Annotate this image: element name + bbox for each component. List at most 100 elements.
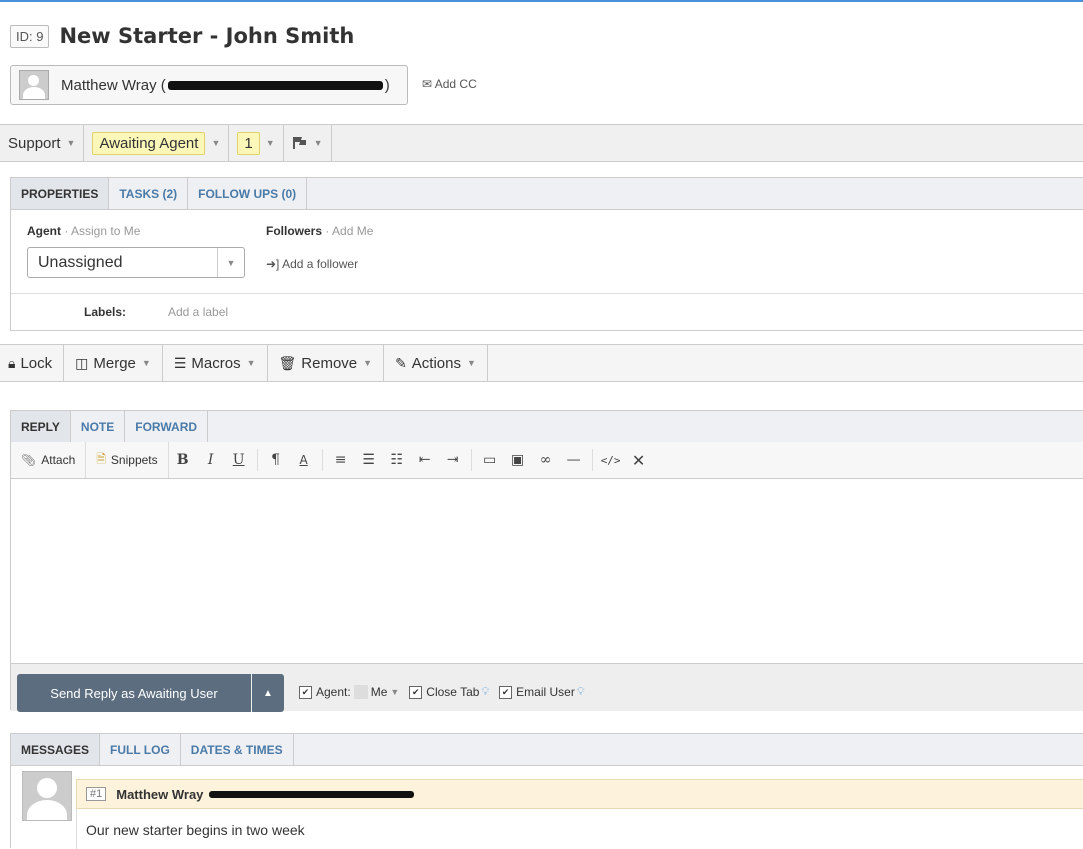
agent-me-dropdown[interactable]: Me bbox=[371, 685, 388, 699]
attach-button[interactable]: 📎︎ Attach bbox=[11, 442, 87, 478]
message-number[interactable]: #1 bbox=[86, 787, 107, 801]
close-tab-label: Close Tab bbox=[426, 685, 480, 699]
underline-icon[interactable]: U bbox=[225, 442, 253, 478]
send-bar: Send Reply as Awaiting User ▲ ✔ Agent: M… bbox=[11, 663, 1083, 712]
assign-to-me-link[interactable]: · Assign to Me bbox=[64, 224, 140, 238]
sign-in-icon: ➜] bbox=[266, 257, 280, 271]
email-user-checkbox[interactable]: ✔ bbox=[499, 685, 513, 699]
document-icon: 🗎 bbox=[96, 451, 106, 466]
tab-forward[interactable]: FORWARD bbox=[125, 411, 209, 442]
lock-icon: 🔒︎ bbox=[8, 354, 16, 371]
lightbulb-icon[interactable]: 💡︎ bbox=[481, 686, 489, 699]
italic-icon[interactable]: I bbox=[197, 442, 225, 478]
tab-follow-ups[interactable]: FOLLOW UPS (0) bbox=[188, 178, 308, 209]
image-icon[interactable]: ▣ bbox=[504, 442, 532, 478]
followers-label-row: Followers · Add Me bbox=[266, 224, 373, 238]
requester-box[interactable]: Matthew Wray () bbox=[10, 65, 408, 105]
table-icon[interactable]: ▭ bbox=[476, 442, 504, 478]
message-body: Our new starter begins in two week bbox=[76, 809, 1083, 849]
link-icon[interactable]: ∞ bbox=[532, 442, 560, 478]
agent-select[interactable]: Unassigned ▼ bbox=[27, 247, 245, 278]
tab-tasks[interactable]: TASKS (2) bbox=[109, 178, 189, 209]
divider bbox=[11, 293, 1083, 294]
message-author-avatar bbox=[22, 771, 72, 821]
message-header: #1 Matthew Wray bbox=[76, 779, 1083, 809]
redacted-email bbox=[209, 790, 415, 798]
messages-panel: MESSAGES FULL LOG DATES & TIMES #1 Matth… bbox=[10, 733, 1083, 849]
ticket-header: ID: 9 New Starter - John Smith bbox=[10, 21, 354, 51]
redacted-email bbox=[167, 81, 383, 91]
tab-note[interactable]: NOTE bbox=[71, 411, 126, 442]
urgency-dropdown[interactable]: 1 ▼ bbox=[229, 125, 284, 161]
actions-toolbar: 🔒︎ Lock ◫ Merge ▼ ☰ Macros ▼ 🗑︎ Remove ▼ ✎ Actio… bbox=[0, 344, 1083, 382]
macros-button[interactable]: ☰ Macros ▼ bbox=[163, 345, 268, 381]
align-icon[interactable]: ≡ bbox=[327, 442, 355, 478]
remove-button[interactable]: 🗑︎ Remove ▼ bbox=[268, 345, 385, 381]
urgency-badge: 1 bbox=[237, 131, 260, 155]
top-accent-line bbox=[0, 0, 1083, 2]
envelope-icon: ✉ bbox=[422, 77, 433, 91]
chevron-down-icon: ▼ bbox=[141, 358, 151, 368]
send-options: ✔ Agent: Me ▼ ✔ Close Tab 💡︎ ✔ Email Use… bbox=[299, 685, 585, 699]
divider bbox=[321, 449, 323, 471]
reply-editor[interactable] bbox=[11, 479, 1083, 663]
agent-label: Agent bbox=[27, 224, 61, 238]
tab-reply[interactable]: REPLY bbox=[11, 411, 71, 442]
add-me-link[interactable]: · Add Me bbox=[325, 224, 373, 238]
send-reply-button[interactable]: Send Reply as Awaiting User bbox=[17, 674, 251, 712]
tab-properties[interactable]: PROPERTIES bbox=[11, 178, 110, 209]
email-user-label: Email User bbox=[516, 685, 575, 699]
paragraph-icon[interactable]: ¶ bbox=[262, 442, 290, 478]
indent-icon[interactable]: ⇥ bbox=[439, 442, 467, 478]
department-dropdown[interactable]: Support ▼ bbox=[0, 125, 85, 161]
merge-button[interactable]: ◫ Merge ▼ bbox=[64, 345, 163, 381]
tab-full-log[interactable]: FULL LOG bbox=[100, 734, 181, 765]
status-badge: Awaiting Agent bbox=[92, 131, 206, 155]
ticket-title[interactable]: New Starter - John Smith bbox=[59, 24, 354, 48]
requester-avatar bbox=[19, 70, 49, 100]
chevron-down-icon: ▼ bbox=[363, 358, 373, 368]
message-author[interactable]: Matthew Wray bbox=[116, 787, 203, 802]
reply-tabs: REPLY NOTE FORWARD bbox=[11, 411, 1083, 443]
tab-messages[interactable]: MESSAGES bbox=[11, 734, 101, 765]
flag-dropdown[interactable]: ▼ bbox=[284, 125, 332, 161]
message-text: Our new starter begins in two week bbox=[86, 822, 305, 838]
lock-button[interactable]: 🔒︎ Lock bbox=[0, 345, 65, 381]
requester-name[interactable]: Matthew Wray () bbox=[61, 77, 390, 94]
outdent-icon[interactable]: ⇤ bbox=[411, 442, 439, 478]
bold-icon[interactable]: B bbox=[169, 442, 197, 478]
tab-dates-times[interactable]: DATES & TIMES bbox=[181, 734, 294, 765]
agent-checkbox[interactable]: ✔ bbox=[299, 685, 312, 699]
divider bbox=[256, 449, 258, 471]
divider bbox=[470, 449, 472, 471]
status-dropdown[interactable]: Awaiting Agent ▼ bbox=[84, 125, 230, 161]
font-color-icon[interactable]: A bbox=[290, 442, 318, 478]
add-label-input[interactable]: Add a label bbox=[168, 305, 228, 319]
paperclip-icon: 📎︎ bbox=[21, 453, 37, 467]
reply-panel: REPLY NOTE FORWARD 📎︎ Attach 🗎 Snippets B … bbox=[10, 410, 1083, 712]
flag-icon bbox=[292, 137, 306, 149]
close-icon[interactable]: ✕ bbox=[625, 442, 653, 478]
snippets-button[interactable]: 🗎 Snippets bbox=[86, 442, 169, 478]
horizontal-rule-icon[interactable]: — bbox=[560, 442, 588, 478]
add-follower-link[interactable]: ➜] Add a follower bbox=[266, 257, 358, 271]
agent-select-value: Unassigned bbox=[38, 254, 123, 271]
send-options-button[interactable]: ▲ bbox=[252, 674, 284, 712]
chevron-down-icon: ▼ bbox=[246, 358, 256, 368]
trash-icon: 🗑︎ bbox=[278, 354, 297, 371]
ticket-id-badge: ID: 9 bbox=[10, 24, 50, 48]
lightbulb-icon[interactable]: 💡︎ bbox=[577, 686, 585, 699]
add-cc-link[interactable]: ✉ Add CC bbox=[422, 77, 477, 91]
bullet-list-icon[interactable]: ☰ bbox=[355, 442, 383, 478]
agent-option-label: Agent: bbox=[316, 685, 351, 699]
code-icon[interactable]: </> bbox=[597, 442, 625, 478]
close-tab-checkbox[interactable]: ✔ bbox=[409, 685, 423, 699]
properties-tabs: PROPERTIES TASKS (2) FOLLOW UPS (0) bbox=[11, 178, 1083, 210]
chevron-down-icon: ▼ bbox=[467, 358, 476, 368]
actions-button[interactable]: ✎ Actions ▼ bbox=[384, 345, 488, 381]
chevron-down-icon: ▼ bbox=[313, 138, 323, 148]
avatar bbox=[353, 685, 368, 699]
divider bbox=[591, 449, 593, 471]
formatting-toolbar: 📎︎ Attach 🗎 Snippets B I U ¶ A ≡ ☰ ☷ ⇤ ⇥ ▭… bbox=[11, 442, 1083, 479]
numbered-list-icon[interactable]: ☷ bbox=[383, 442, 411, 478]
